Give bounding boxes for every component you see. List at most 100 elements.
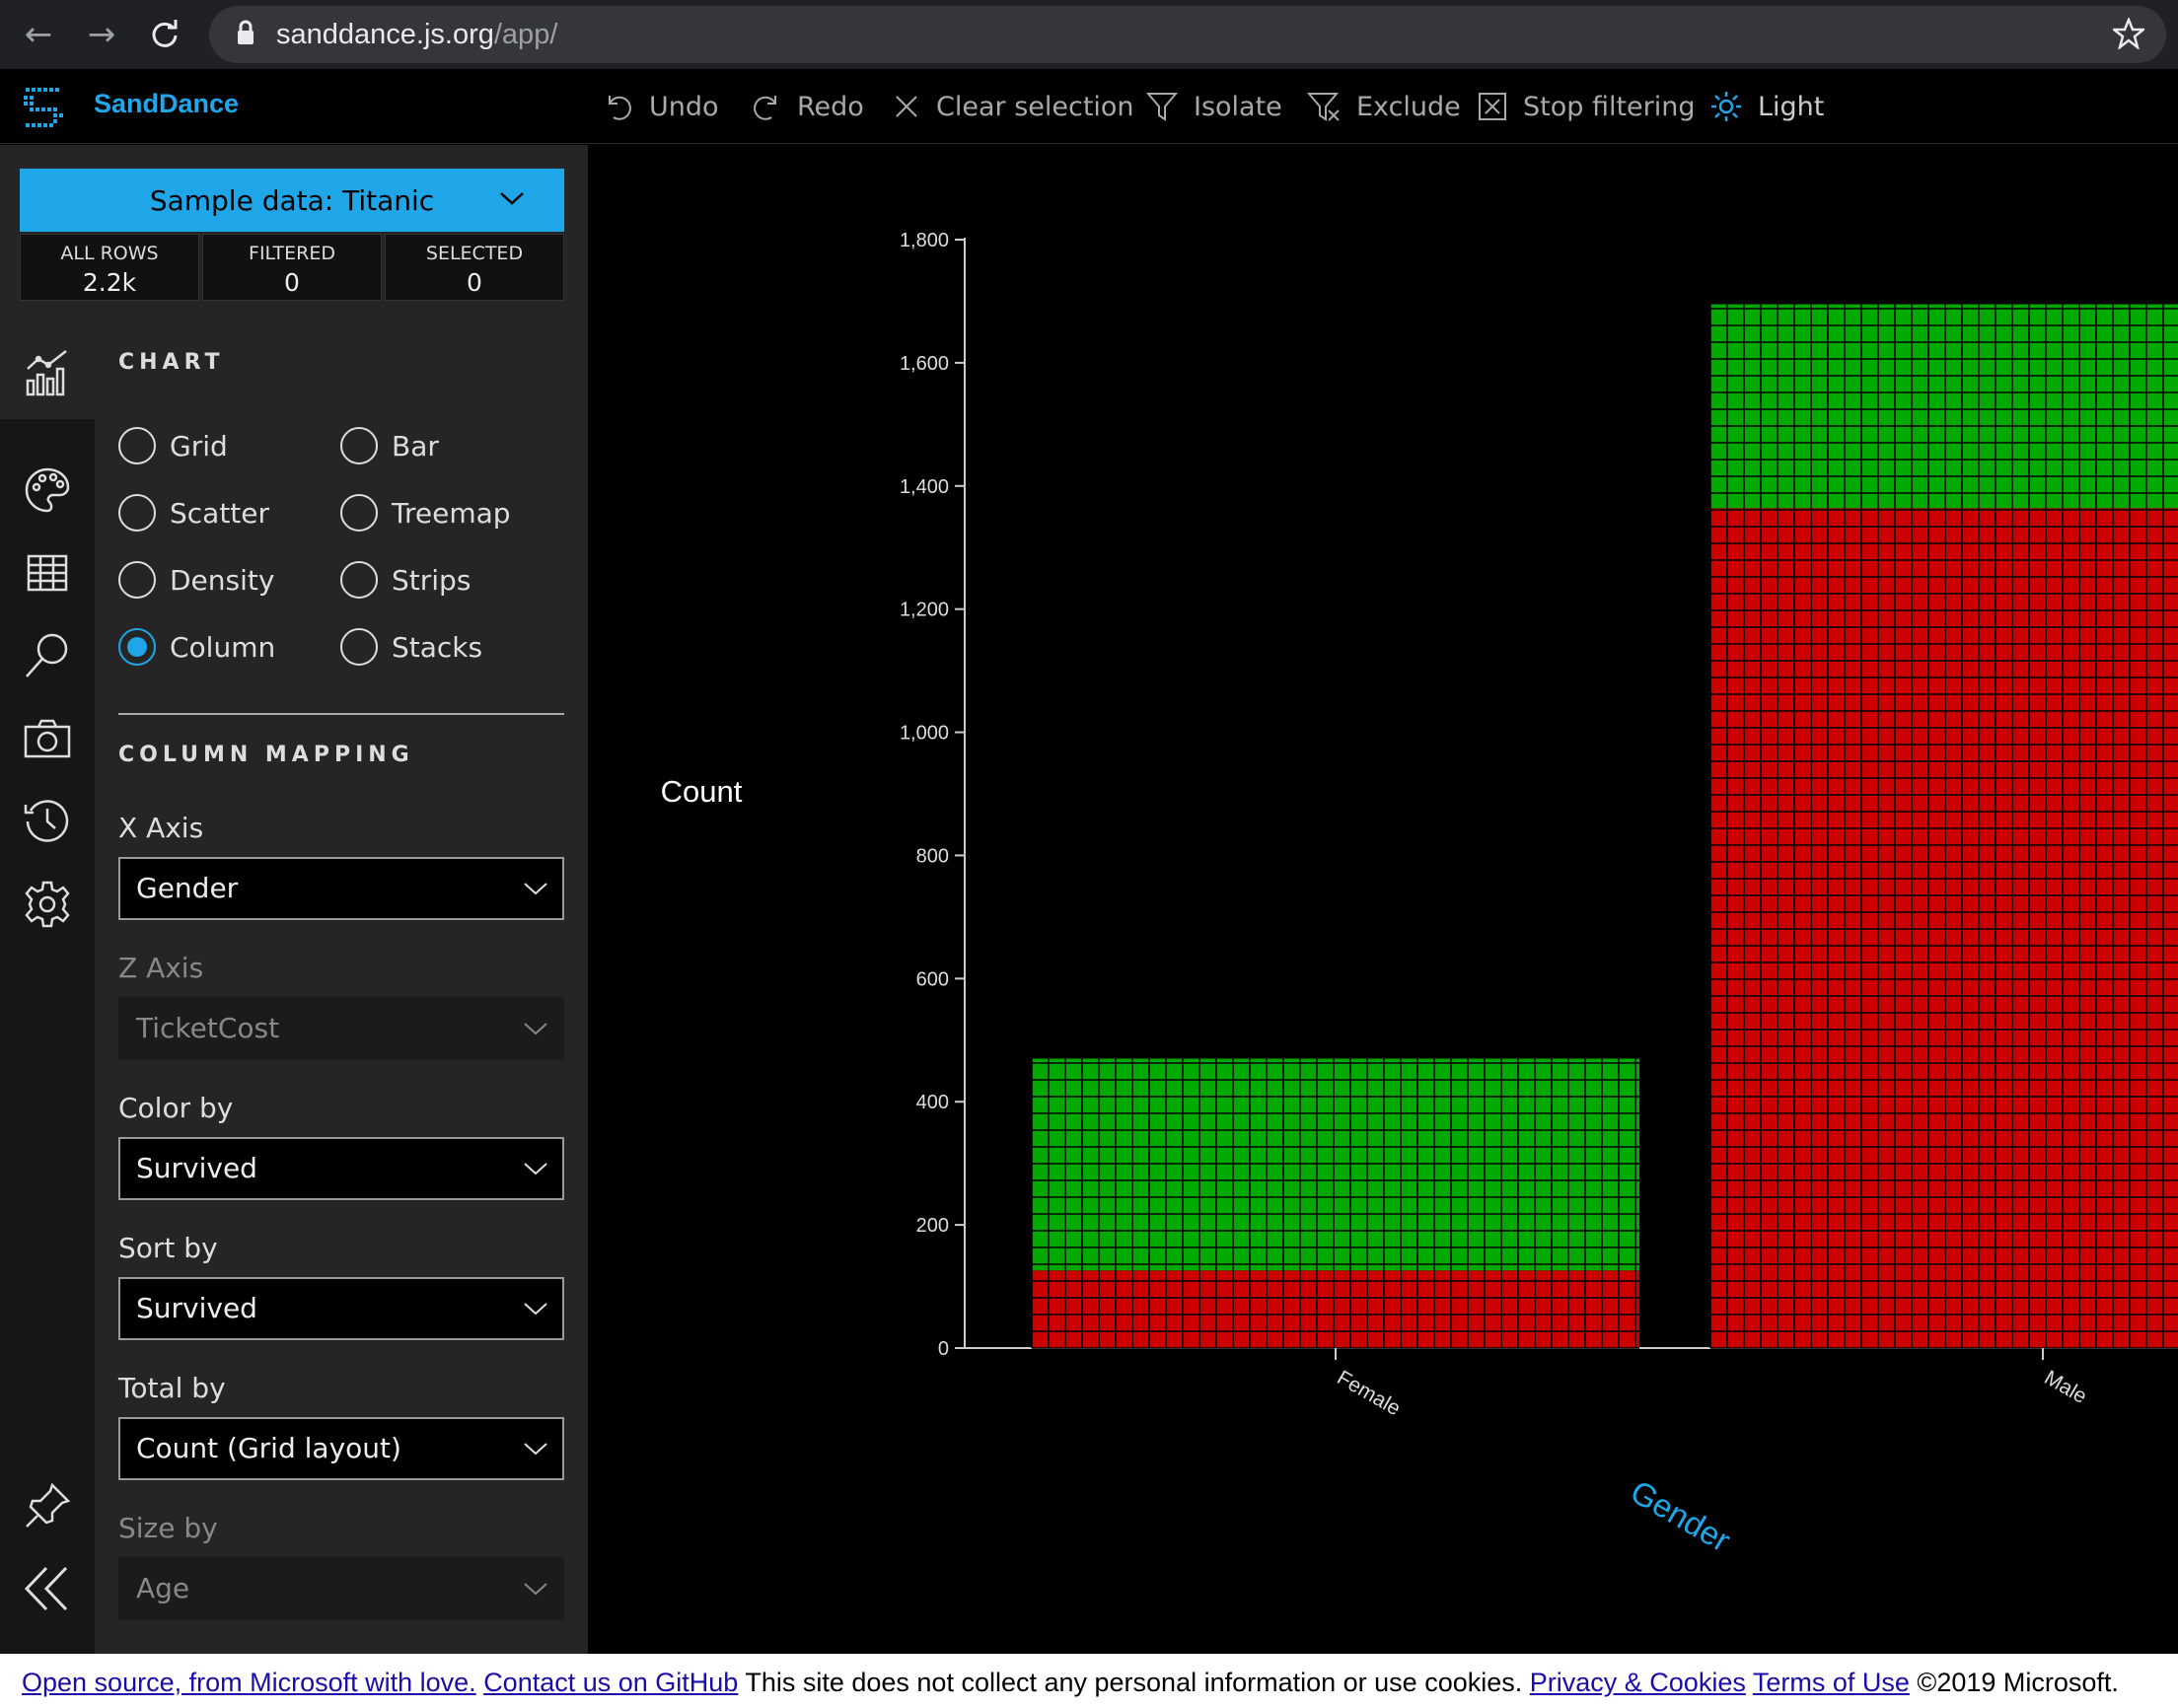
z-axis-dropdown[interactable]: TicketCost <box>118 997 564 1060</box>
stat-label: SELECTED <box>425 243 524 264</box>
radio-label: Stacks <box>392 630 483 664</box>
bar-segment-male-1 <box>1710 304 2178 509</box>
sort-by-value: Survived <box>136 1292 257 1324</box>
chevron-down-icon <box>524 1583 547 1596</box>
radio-circle <box>340 427 378 464</box>
chevron-down-icon <box>524 1163 547 1175</box>
stat-selected: SELECTED 0 <box>385 234 564 301</box>
theme-toggle-button[interactable]: Light <box>1710 87 1824 126</box>
y-tick-label: 1,400 <box>900 476 949 498</box>
chevron-down-icon <box>524 883 547 895</box>
url-text: sanddance.js.org/app/ <box>276 19 558 50</box>
sidebar: Sample data: Titanic ALL ROWS 2.2k FILTE… <box>0 145 588 1654</box>
redo-icon <box>754 96 776 120</box>
stat-value: 0 <box>284 268 300 297</box>
color-by-dropdown[interactable]: Survived <box>118 1137 564 1200</box>
radio-label: Bar <box>392 429 439 463</box>
size-by-dropdown[interactable]: Age <box>118 1557 564 1620</box>
chart-area: 0 200 400 600 800 1,000 1,200 1,400 1,600 1,800 Co… <box>588 145 2178 1654</box>
radio-circle <box>340 494 378 532</box>
stat-all-rows: ALL ROWS 2.2k <box>20 234 199 301</box>
chart-type-density[interactable]: Density <box>118 561 274 599</box>
chevron-down-icon <box>500 192 524 205</box>
stat-filtered: FILTERED 0 <box>202 234 382 301</box>
privacy-link[interactable]: Privacy & Cookies <box>1530 1668 1746 1697</box>
terms-link[interactable]: Terms of Use <box>1753 1668 1910 1697</box>
collapse-icon[interactable] <box>0 1541 95 1636</box>
radio-circle <box>118 561 156 599</box>
back-icon[interactable]: ← <box>14 10 63 59</box>
size-by-label: Size by <box>118 1512 218 1544</box>
chart-type-strips[interactable]: Strips <box>340 561 471 599</box>
size-by-value: Age <box>136 1572 190 1604</box>
stat-label: FILTERED <box>249 243 335 264</box>
chart-type-grid[interactable]: Grid <box>118 427 228 464</box>
column-mapping-title: COLUMN MAPPING <box>118 743 414 767</box>
chart-type-treemap[interactable]: Treemap <box>340 494 511 532</box>
dataset-dropdown-button[interactable]: Sample data: Titanic <box>20 169 564 232</box>
radio-circle <box>340 628 378 666</box>
redo-label: Redo <box>797 91 864 122</box>
chevron-down-icon <box>524 1023 547 1035</box>
filter-exclude-icon <box>1307 93 1340 121</box>
copyright: ©2019 Microsoft. <box>1917 1668 2119 1697</box>
exclude-button[interactable]: Exclude <box>1307 87 1461 126</box>
forward-icon[interactable]: → <box>77 10 126 59</box>
chart-type-scatter[interactable]: Scatter <box>118 494 269 532</box>
stop-filtering-label: Stop filtering <box>1523 91 1696 122</box>
isolate-label: Isolate <box>1194 91 1282 122</box>
sanddance-logo-icon <box>22 86 65 133</box>
radio-label: Strips <box>392 563 472 597</box>
settings-icon[interactable] <box>0 857 95 952</box>
app-name: SandDance <box>94 89 240 118</box>
radio-label: Column <box>170 630 276 664</box>
x-tick-label: Male <box>2041 1366 2091 1408</box>
x-axis-value: Gender <box>136 872 239 904</box>
bar-segment-female-1 <box>1032 1058 1639 1271</box>
camera-icon[interactable] <box>0 691 95 786</box>
radio-circle-selected <box>118 628 156 666</box>
z-axis-value: TicketCost <box>136 1012 280 1044</box>
total-by-value: Count (Grid layout) <box>136 1432 401 1464</box>
undo-button[interactable]: Undo <box>604 87 719 126</box>
chart-section-title: CHART <box>118 350 225 375</box>
redo-button[interactable]: Redo <box>752 87 864 126</box>
exclude-label: Exclude <box>1356 91 1461 122</box>
history-icon[interactable] <box>0 774 95 869</box>
github-link[interactable]: Contact us on GitHub <box>483 1668 738 1697</box>
radio-label: Scatter <box>170 496 270 530</box>
clear-selection-button[interactable]: Clear selection <box>893 87 1134 126</box>
pin-icon[interactable] <box>0 1459 95 1553</box>
total-by-dropdown[interactable]: Count (Grid layout) <box>118 1417 564 1480</box>
x-axis-dropdown[interactable]: Gender <box>118 857 564 920</box>
bookmark-star-icon[interactable] <box>2110 16 2147 53</box>
chart-type-stacks[interactable]: Stacks <box>340 628 482 666</box>
address-bar[interactable]: sanddance.js.org/app/ <box>209 6 2166 63</box>
section-divider <box>118 713 564 715</box>
stat-value: 2.2k <box>82 268 137 297</box>
chevron-down-icon <box>524 1303 547 1316</box>
radio-circle <box>118 427 156 464</box>
chart-type-bar[interactable]: Bar <box>340 427 439 464</box>
palette-icon[interactable] <box>0 443 95 537</box>
color-by-label: Color by <box>118 1092 234 1124</box>
theme-label: Light <box>1758 91 1825 122</box>
open-source-link[interactable]: Open source, from Microsoft with love. <box>22 1668 476 1697</box>
chart-icon[interactable] <box>0 324 95 419</box>
reload-icon[interactable] <box>140 10 189 59</box>
y-tick-label: 800 <box>916 845 949 867</box>
isolate-button[interactable]: Isolate <box>1146 87 1282 126</box>
sort-by-dropdown[interactable]: Survived <box>118 1277 564 1340</box>
x-axis-title: Gender <box>1625 1472 1737 1558</box>
y-tick-label: 200 <box>916 1215 949 1237</box>
dataset-label: Sample data: Titanic <box>149 183 435 217</box>
chart-type-column[interactable]: Column <box>118 628 275 666</box>
filter-icon <box>1146 93 1178 121</box>
table-icon[interactable] <box>0 526 95 620</box>
y-tick-label: 1,000 <box>900 723 949 745</box>
y-tick-label: 1,600 <box>900 353 949 375</box>
stop-filtering-button[interactable]: Stop filtering <box>1478 87 1696 126</box>
x-axis-label: X Axis <box>118 812 204 844</box>
y-tick-label: 600 <box>916 968 949 990</box>
search-icon[interactable] <box>0 608 95 703</box>
